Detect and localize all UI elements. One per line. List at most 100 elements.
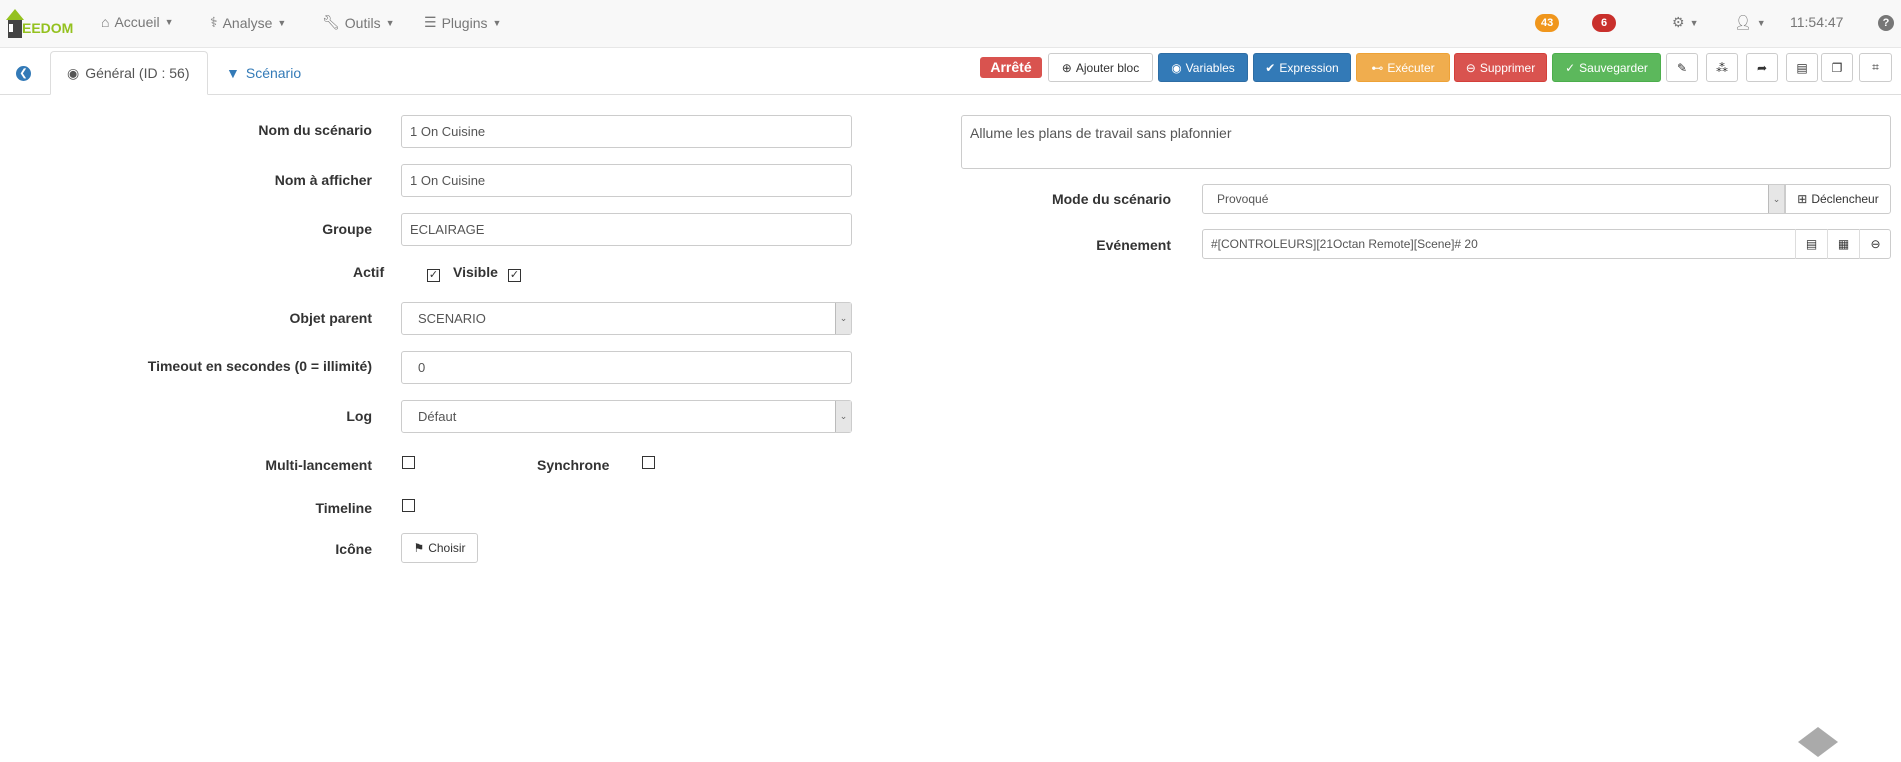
- eye-icon: ◉: [1171, 60, 1182, 75]
- links-button[interactable]: ⁂: [1706, 53, 1738, 82]
- mode-select[interactable]: Provoqué ⌄: [1202, 184, 1785, 214]
- jeedom-logo[interactable]: EEDOM: [4, 6, 74, 42]
- button-label: Variables: [1185, 60, 1235, 75]
- caret-down-icon: ▼: [1756, 17, 1766, 28]
- delete-button[interactable]: ⊖ Supprimer: [1454, 53, 1547, 82]
- button-label: Exécuter: [1387, 60, 1435, 75]
- back-icon[interactable]: ❮: [16, 66, 31, 81]
- config-menu[interactable]: ⚙ ▼: [1672, 14, 1698, 31]
- tab-general[interactable]: ◉ Général (ID : 56): [50, 51, 208, 95]
- display-name-input[interactable]: 1 On Cuisine: [401, 164, 852, 197]
- navbar: EEDOM ⌂ Accueil ▼ ⚕ Analyse ▼ 🔧︎ Outils ▼ ☰ Plu…: [0, 0, 1901, 48]
- event-value: #[CONTROLEURS][21Octan Remote][Scene]# 2…: [1211, 237, 1478, 251]
- menu-plugins[interactable]: ☰ Plugins ▼: [424, 14, 501, 31]
- log-label: Log: [346, 408, 372, 424]
- user-icon: 👤︎: [1734, 14, 1752, 30]
- name-input[interactable]: 1 On Cuisine: [401, 115, 852, 148]
- select-command-button[interactable]: ▤: [1795, 229, 1827, 259]
- mode-label: Mode du scénario: [1051, 191, 1171, 207]
- template-icon: ⌗: [1872, 60, 1879, 74]
- cubes-icon: ⁂: [1716, 60, 1728, 75]
- caret-down-icon: ▼: [164, 17, 174, 27]
- expression-button[interactable]: ✔ Expression: [1253, 53, 1351, 82]
- execute-button[interactable]: ⊷ Exécuter: [1356, 53, 1450, 82]
- minus-circle-icon: ⊖: [1870, 237, 1881, 251]
- edit-button[interactable]: ✎: [1666, 53, 1698, 82]
- stethoscope-icon: ⚕: [210, 14, 218, 30]
- flag-icon: ⚑: [413, 541, 425, 555]
- active-label: Actif: [353, 264, 385, 280]
- visible-checkbox[interactable]: ✓: [508, 269, 521, 282]
- remove-trigger-button[interactable]: ⊖: [1859, 229, 1891, 259]
- menu-label: Accueil: [114, 14, 160, 30]
- button-label: Expression: [1279, 60, 1339, 75]
- clock: 11:54:47: [1790, 14, 1844, 30]
- parent-select[interactable]: SCENARIO ⌄: [401, 302, 852, 335]
- cogs-icon: ⚙: [1672, 14, 1685, 30]
- caret-down-icon: ▼: [385, 17, 395, 28]
- timeline-checkbox[interactable]: [402, 499, 415, 512]
- template-button[interactable]: ⌗: [1859, 53, 1892, 82]
- menu-label: Analyse: [222, 14, 273, 31]
- save-button[interactable]: ✓ Sauvegarder: [1552, 53, 1661, 82]
- user-menu[interactable]: 👤︎ ▼: [1734, 14, 1766, 31]
- add-block-button[interactable]: ⊕ Ajouter bloc: [1048, 53, 1153, 82]
- group-label: Groupe: [322, 221, 372, 237]
- file-icon: ▤: [1796, 60, 1808, 75]
- button-label: Déclencheur: [1811, 192, 1879, 206]
- multi-launch-label: Multi-lancement: [265, 457, 372, 473]
- select-value: Provoqué: [1217, 192, 1269, 206]
- select-value: SCENARIO: [418, 311, 486, 326]
- share-icon: ➦: [1756, 60, 1768, 75]
- dashboard-icon: ◉: [67, 64, 80, 81]
- timeout-input[interactable]: 0: [401, 351, 852, 384]
- synchrone-checkbox[interactable]: [642, 456, 655, 469]
- tasks-icon: ☰: [424, 14, 437, 30]
- plus-circle-icon: ⊕: [1061, 60, 1072, 75]
- calculator-icon: ▦: [1837, 237, 1850, 251]
- group-input[interactable]: ECLAIRAGE: [401, 213, 852, 246]
- message-badge[interactable]: 43: [1535, 14, 1560, 32]
- description-textarea[interactable]: Allume les plans de travail sans plafonn…: [961, 115, 1891, 169]
- alert-badge[interactable]: 6: [1592, 14, 1616, 32]
- icon-label: Icône: [335, 541, 372, 557]
- chevron-down-icon: ⌄: [1768, 185, 1784, 213]
- display-name-label: Nom à afficher: [274, 172, 372, 188]
- multi-launch-checkbox[interactable]: [402, 456, 415, 469]
- name-label: Nom du scénario: [258, 122, 372, 138]
- wrench-icon: 🔧︎: [322, 14, 340, 30]
- tab-label: Scénario: [245, 65, 302, 81]
- calculator-button[interactable]: ▦: [1827, 229, 1859, 259]
- menu-outils[interactable]: 🔧︎ Outils ▼: [322, 14, 395, 31]
- help-icon[interactable]: ?: [1878, 15, 1894, 31]
- chevron-down-icon: ⌄: [835, 401, 851, 432]
- synchrone-label: Synchrone: [537, 457, 610, 473]
- minus-circle-icon: ⊖: [1465, 60, 1476, 75]
- copy-icon: ❐: [1831, 60, 1843, 75]
- menu-analyse[interactable]: ⚕ Analyse ▼: [210, 14, 286, 31]
- tab-scenario[interactable]: ▼ Scénario: [210, 51, 317, 95]
- menu-accueil[interactable]: ⌂ Accueil ▼: [101, 14, 174, 30]
- scroll-top-icon[interactable]: [1798, 727, 1838, 757]
- caret-down-icon: ▼: [277, 17, 287, 28]
- logo-text: EEDOM: [22, 20, 74, 36]
- filter-icon: ▼: [226, 65, 240, 81]
- edit-icon: ✎: [1676, 60, 1688, 75]
- caret-down-icon: ▼: [492, 17, 502, 28]
- event-input[interactable]: #[CONTROLEURS][21Octan Remote][Scene]# 2…: [1202, 229, 1891, 259]
- active-checkbox[interactable]: ✓: [427, 269, 440, 282]
- gamepad-icon: ⊷: [1371, 60, 1384, 75]
- export-button[interactable]: ➦: [1746, 53, 1778, 82]
- status-badge: Arrêté: [980, 57, 1042, 78]
- home-icon: ⌂: [101, 14, 110, 30]
- check-circle-icon: ✓: [1565, 60, 1576, 75]
- visible-label: Visible: [453, 264, 498, 280]
- copy-button[interactable]: ❐: [1821, 53, 1853, 82]
- log-button[interactable]: ▤: [1786, 53, 1818, 82]
- add-trigger-button[interactable]: ⊞ Déclencheur: [1785, 184, 1891, 214]
- log-select[interactable]: Défaut ⌄: [401, 400, 852, 433]
- button-label: Choisir: [428, 541, 466, 555]
- timeline-label: Timeline: [315, 500, 372, 516]
- variables-button[interactable]: ◉ Variables: [1158, 53, 1248, 82]
- choose-icon-button[interactable]: ⚑ Choisir: [401, 533, 478, 563]
